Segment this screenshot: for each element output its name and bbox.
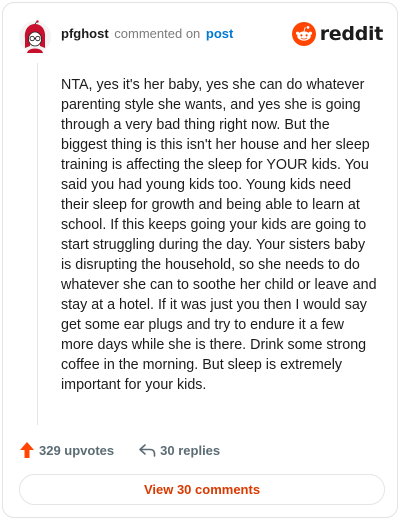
upvote-count: 329 upvotes [39, 442, 115, 458]
reddit-snoo-icon [291, 22, 316, 46]
byline-action-text: commented on [114, 26, 201, 41]
reddit-brand[interactable]: reddit [291, 22, 384, 46]
comment-body: NTA, yes it's her baby, yes she can do w… [61, 77, 377, 393]
comment-footer: 329 upvotes 30 replies [19, 439, 244, 461]
view-comments-button[interactable]: View 30 comments [19, 474, 385, 505]
reply-count: 30 replies [160, 442, 221, 458]
username-link[interactable]: pfghost [61, 26, 109, 41]
comment-byline: pfghost commented on post [61, 26, 233, 42]
upvote-arrow-icon [20, 442, 34, 458]
reply-arrow-icon [139, 444, 156, 457]
comment-card: pfghost commented on post reddit NTA, ye… [2, 2, 398, 518]
user-avatar-icon[interactable] [18, 20, 52, 54]
comment-header: pfghost commented on post reddit [18, 17, 383, 57]
reddit-wordmark: reddit [319, 23, 384, 45]
post-link[interactable]: post [206, 26, 233, 41]
thread-line [37, 63, 38, 425]
reply-stat[interactable]: 30 replies [138, 443, 220, 458]
upvote-stat[interactable]: 329 upvotes [19, 441, 114, 459]
